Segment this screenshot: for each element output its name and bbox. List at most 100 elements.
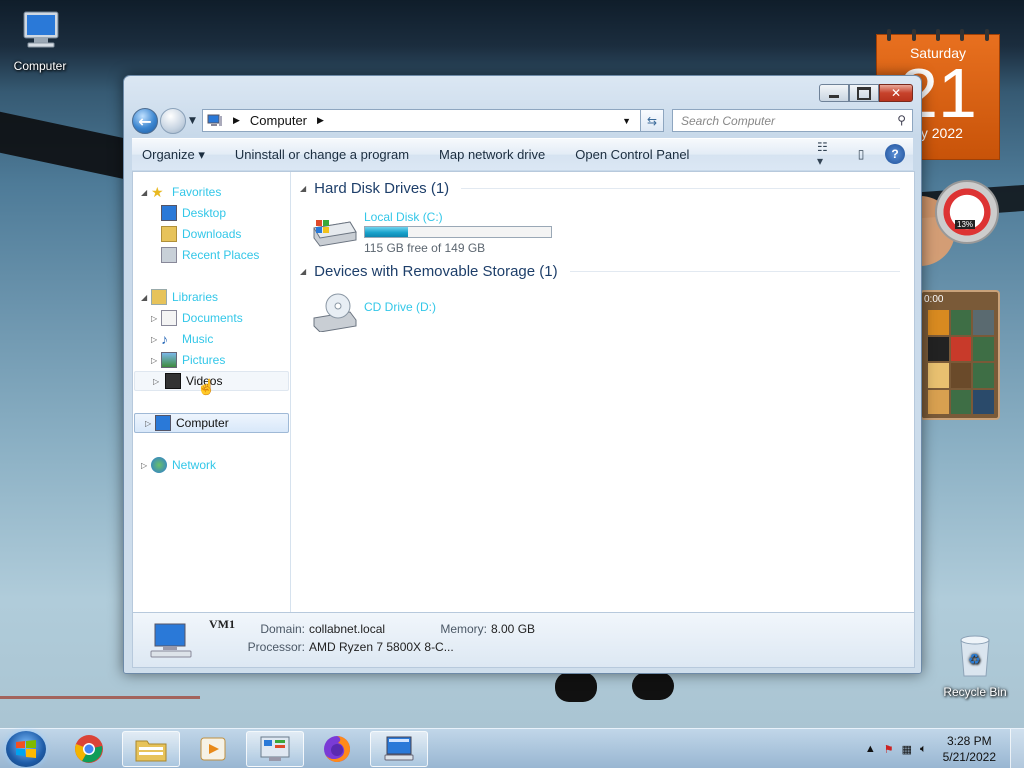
- breadcrumb-chevron[interactable]: ▶: [233, 115, 240, 126]
- wallpaper-line: [0, 696, 200, 699]
- breadcrumb-chevron[interactable]: ▶: [317, 115, 324, 126]
- change-view-icon[interactable]: ☷ ▾: [817, 140, 837, 168]
- uninstall-program-button[interactable]: Uninstall or change a program: [220, 147, 424, 162]
- computer-name: VM1: [209, 617, 235, 631]
- taskbar-control-panel[interactable]: [246, 731, 304, 767]
- nav-videos[interactable]: ▷ Videos ☝: [134, 371, 289, 396]
- preview-pane-icon[interactable]: ▯: [851, 144, 871, 164]
- address-dropdown[interactable]: ▼: [622, 116, 631, 126]
- cpu-meter-gadget[interactable]: 13%: [935, 180, 999, 244]
- open-control-panel-button[interactable]: Open Control Panel: [560, 147, 704, 162]
- documents-icon: [161, 310, 177, 326]
- nav-documents[interactable]: ▷ Documents: [151, 308, 243, 328]
- svg-text:♻: ♻: [968, 652, 981, 668]
- taskbar-media-player[interactable]: [184, 731, 242, 767]
- refresh-button[interactable]: ⇆: [640, 109, 664, 132]
- folder-icon: [135, 740, 167, 762]
- explorer-window[interactable]: ✕ ← ▼ ▶ Computer ▶ ▼ ⇆ Search Computer ⚲…: [123, 75, 922, 674]
- expand-arrow-icon: ▷: [145, 418, 152, 428]
- map-network-drive-button[interactable]: Map network drive: [424, 147, 560, 162]
- expand-arrow-icon: ▷: [141, 460, 148, 470]
- computer-icon: [0, 10, 80, 55]
- desktop-icon-label: Recycle Bin: [943, 685, 1007, 699]
- taskbar-chrome[interactable]: [60, 731, 118, 767]
- memory-label: Memory:: [440, 622, 487, 636]
- domain-row: Domain: collabnet.local: [243, 622, 385, 636]
- navigation-bar: ← ▼ ▶ Computer ▶ ▼ ⇆ Search Computer ⚲: [132, 108, 913, 134]
- details-pane: VM1 Domain: collabnet.local Memory: 8.00 G…: [132, 613, 915, 668]
- collapse-arrow-icon: ◢: [141, 187, 148, 197]
- close-button[interactable]: ✕: [879, 84, 913, 102]
- taskbar-remote-desktop[interactable]: [370, 731, 428, 767]
- search-placeholder: Search Computer: [681, 114, 776, 128]
- pictures-icon: [161, 352, 177, 368]
- puzzle-timer: 0:00: [924, 294, 944, 305]
- clock-time: 3:28 PM: [946, 734, 992, 748]
- minimize-button[interactable]: [819, 84, 849, 102]
- wallpaper-shape: [555, 672, 597, 702]
- collapse-arrow-icon: ◢: [300, 267, 307, 276]
- navigation-pane: ◢ ★ Favorites Desktop Downloads Recent P…: [133, 172, 291, 612]
- nav-network[interactable]: ▷ Network: [141, 455, 216, 475]
- desktop-computer-icon[interactable]: Computer: [0, 10, 80, 73]
- volume-icon[interactable]: 🔈︎: [920, 743, 927, 756]
- expand-arrow-icon: ▷: [153, 376, 160, 386]
- help-icon[interactable]: ?: [885, 144, 905, 164]
- maximize-button[interactable]: [849, 84, 879, 102]
- star-icon: ★: [151, 184, 164, 200]
- wallpaper-shape: [632, 672, 674, 700]
- nav-desktop[interactable]: Desktop: [161, 203, 226, 223]
- caption-buttons: ✕: [819, 84, 913, 102]
- forward-button[interactable]: [160, 108, 186, 134]
- clock-date: 5/21/2022: [942, 750, 996, 764]
- command-bar: Organize ▾ Uninstall or change a program…: [132, 138, 913, 170]
- nav-music[interactable]: ▷ ♪ Music: [151, 329, 213, 349]
- downloads-folder-icon: [161, 226, 177, 242]
- computer-icon: [155, 415, 171, 431]
- expand-arrow-icon: ▷: [151, 355, 158, 365]
- breadcrumb-computer[interactable]: Computer: [250, 113, 307, 128]
- memory-percent: 13%: [955, 220, 976, 229]
- group-hard-disk-drives[interactable]: ◢ Hard Disk Drives (1): [300, 180, 900, 197]
- show-desktop-button[interactable]: [1010, 729, 1024, 768]
- processor-label: Processor:: [247, 640, 305, 654]
- control-panel-icon: [260, 736, 290, 761]
- start-button[interactable]: [6, 731, 46, 767]
- nav-pictures[interactable]: ▷ Pictures: [151, 350, 225, 370]
- nav-favorites[interactable]: ◢ ★ Favorites: [141, 182, 221, 202]
- action-center-flag-icon[interactable]: ⚑: [884, 743, 894, 756]
- nav-downloads[interactable]: Downloads: [161, 224, 241, 244]
- drive-d[interactable]: CD Drive (D:): [310, 292, 436, 332]
- recent-pages-dropdown[interactable]: ▼: [189, 116, 196, 126]
- collapse-arrow-icon: ◢: [141, 292, 148, 302]
- group-removable-storage[interactable]: ◢ Devices with Removable Storage (1): [300, 263, 900, 280]
- network-icon: [151, 457, 167, 473]
- memory-row: Memory: 8.00 GB: [433, 622, 535, 636]
- puzzle-grid[interactable]: [928, 310, 994, 414]
- drive-c-free-space: 115 GB free of 149 GB: [364, 241, 486, 255]
- search-input[interactable]: Search Computer ⚲: [672, 109, 913, 132]
- desktop-recycle-bin[interactable]: ♻ Recycle Bin: [935, 632, 1015, 699]
- taskbar-windows-explorer[interactable]: [122, 731, 180, 767]
- show-hidden-icons-button[interactable]: ▲: [865, 743, 876, 755]
- drive-c-usage-bar: [364, 226, 552, 238]
- expand-arrow-icon: ▷: [151, 313, 158, 323]
- domain-value: collabnet.local: [309, 622, 386, 636]
- picture-puzzle-gadget[interactable]: 0:00: [920, 290, 1000, 420]
- processor-value: AMD Ryzen 7 5800X 8-C...: [309, 640, 454, 654]
- nav-recent-places[interactable]: Recent Places: [161, 245, 259, 265]
- back-button[interactable]: ←: [132, 108, 158, 134]
- nav-computer[interactable]: ▷ Computer: [134, 413, 289, 433]
- videos-icon: [165, 373, 181, 389]
- taskbar-firefox[interactable]: [308, 731, 366, 767]
- organize-button[interactable]: Organize ▾: [132, 147, 220, 163]
- search-icon[interactable]: ⚲: [897, 113, 906, 127]
- nav-libraries[interactable]: ◢ Libraries: [141, 287, 218, 307]
- network-status-icon[interactable]: ▦: [902, 743, 912, 756]
- drive-c[interactable]: Local Disk (C:) 115 GB free of 149 GB: [310, 210, 552, 255]
- drive-d-label: CD Drive (D:): [364, 300, 436, 314]
- desktop-icon: [161, 205, 177, 221]
- clock[interactable]: 3:28 PM 5/21/2022: [943, 733, 996, 765]
- address-bar[interactable]: ▶ Computer ▶ ▼: [202, 109, 664, 132]
- remote-desktop-icon: [384, 736, 414, 761]
